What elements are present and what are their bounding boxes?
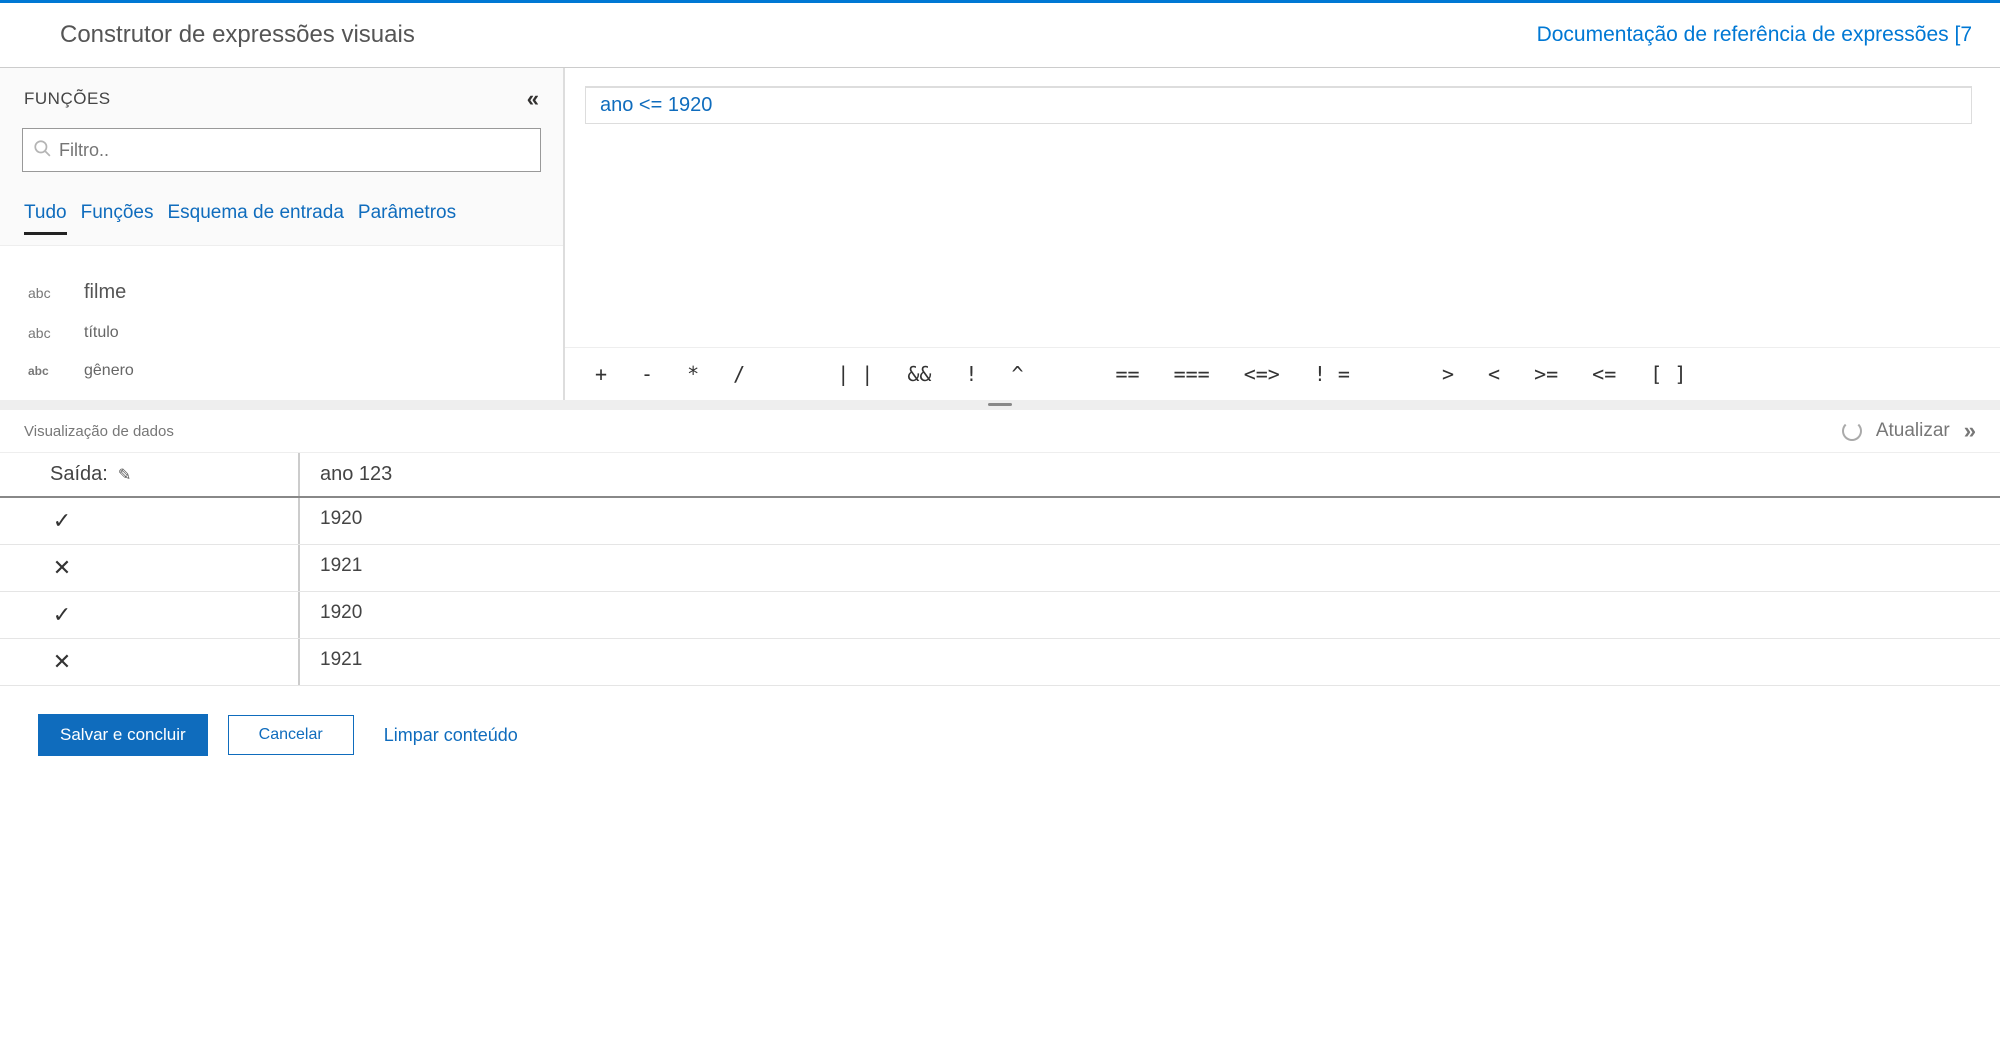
preview-table-header: Saída: ✎ ano 123: [0, 453, 2000, 498]
cell-value: 1921: [300, 639, 2000, 685]
main-row: FUNÇÕES « Tudo Funções Esquema de entrad…: [0, 67, 2000, 400]
cell-value: 1921: [300, 545, 2000, 591]
cancel-button[interactable]: Cancelar: [228, 715, 354, 755]
functions-tabs: Tudo Funções Esquema de entrada Parâmetr…: [0, 172, 563, 235]
output-column-label: Saída:: [50, 463, 108, 486]
op-gte[interactable]: >=: [1534, 362, 1558, 386]
functions-label: FUNÇÕES: [24, 89, 111, 109]
tab-functions[interactable]: Funções: [81, 202, 154, 235]
save-and-finish-button[interactable]: Salvar e concluir: [38, 714, 208, 756]
preview-label: Visualização de dados: [24, 423, 174, 440]
op-lte[interactable]: <=: [1592, 362, 1616, 386]
table-row: ✓ 1920: [0, 498, 2000, 545]
refresh-button[interactable]: Atualizar: [1876, 420, 1950, 442]
expand-preview-icon[interactable]: »: [1964, 418, 1976, 444]
schema-item-genero[interactable]: abc gênero: [24, 352, 539, 390]
editor-body[interactable]: [565, 124, 2000, 347]
tab-all[interactable]: Tudo: [24, 202, 67, 235]
op-plus[interactable]: +: [595, 362, 607, 386]
tab-parameters[interactable]: Parâmetros: [358, 202, 456, 235]
search-box[interactable]: [22, 128, 541, 172]
schema-item-label: título: [84, 324, 119, 342]
schema-item-label: gênero: [84, 362, 134, 380]
schema-item-titulo[interactable]: abc título: [24, 314, 539, 352]
x-icon: ✕: [50, 555, 74, 581]
search-wrap: [0, 118, 563, 172]
refresh-icon[interactable]: [1842, 421, 1862, 441]
expression-editor[interactable]: ano <= 1920: [585, 86, 1972, 124]
operator-toolbar: + - * / | | && ! ^ == === <=> ! = > < >=…: [565, 347, 2000, 400]
doc-reference-link[interactable]: Documentação de referência de expressões…: [1537, 23, 1972, 47]
op-lt[interactable]: <: [1488, 362, 1500, 386]
footer: Salvar e concluir Cancelar Limpar conteú…: [0, 686, 2000, 784]
op-xor[interactable]: ^: [1011, 362, 1023, 386]
op-gt[interactable]: >: [1442, 362, 1454, 386]
table-row: ✓ 1920: [0, 592, 2000, 639]
op-eq[interactable]: ==: [1116, 362, 1140, 386]
expression-text: ano <= 1920: [600, 94, 712, 116]
horizontal-splitter[interactable]: [0, 400, 2000, 410]
schema-list: abc filme abc título abc gênero: [0, 245, 563, 400]
x-icon: ✕: [50, 649, 74, 675]
table-row: ✕ 1921: [0, 545, 2000, 592]
tab-input-schema[interactable]: Esquema de entrada: [167, 202, 343, 235]
cell-value: 1920: [300, 498, 2000, 544]
op-not[interactable]: !: [965, 362, 977, 386]
preview-table: Saída: ✎ ano 123 ✓ 1920 ✕ 1921 ✓ 1920 ✕ …: [0, 452, 2000, 686]
op-or[interactable]: | |: [837, 362, 873, 386]
op-multiply[interactable]: *: [687, 362, 699, 386]
column-header-ano[interactable]: ano 123: [300, 453, 2000, 496]
op-eqeq[interactable]: ===: [1174, 362, 1210, 386]
edit-output-icon[interactable]: ✎: [118, 465, 131, 485]
cell-value: 1920: [300, 592, 2000, 638]
op-divide[interactable]: /: [733, 362, 745, 386]
op-and[interactable]: &&: [907, 362, 931, 386]
type-string-icon: abc: [28, 285, 68, 301]
collapse-panel-icon[interactable]: «: [527, 86, 539, 112]
schema-item-label: filme: [84, 281, 126, 304]
functions-panel: FUNÇÕES « Tudo Funções Esquema de entrad…: [0, 68, 565, 400]
op-neq[interactable]: ! =: [1314, 362, 1350, 386]
check-icon: ✓: [50, 602, 74, 628]
op-brackets[interactable]: [ ]: [1650, 362, 1686, 386]
editor-side: ano <= 1920 + - * / | | && ! ^ == === <=…: [565, 68, 2000, 400]
op-spaceship[interactable]: <=>: [1244, 362, 1280, 386]
op-minus[interactable]: -: [641, 362, 653, 386]
schema-item-filme[interactable]: abc filme: [24, 271, 539, 314]
type-string-icon: abc: [28, 325, 68, 341]
header: Construtor de expressões visuais Documen…: [0, 0, 2000, 67]
search-icon: [33, 139, 51, 162]
check-icon: ✓: [50, 508, 74, 534]
type-string-icon: abc: [28, 364, 68, 378]
page-title: Construtor de expressões visuais: [60, 21, 415, 49]
functions-header: FUNÇÕES «: [0, 68, 563, 118]
table-row: ✕ 1921: [0, 639, 2000, 686]
preview-bar: Visualização de dados Atualizar »: [0, 410, 2000, 452]
search-input[interactable]: [59, 140, 530, 161]
clear-content-link[interactable]: Limpar conteúdo: [384, 725, 518, 746]
